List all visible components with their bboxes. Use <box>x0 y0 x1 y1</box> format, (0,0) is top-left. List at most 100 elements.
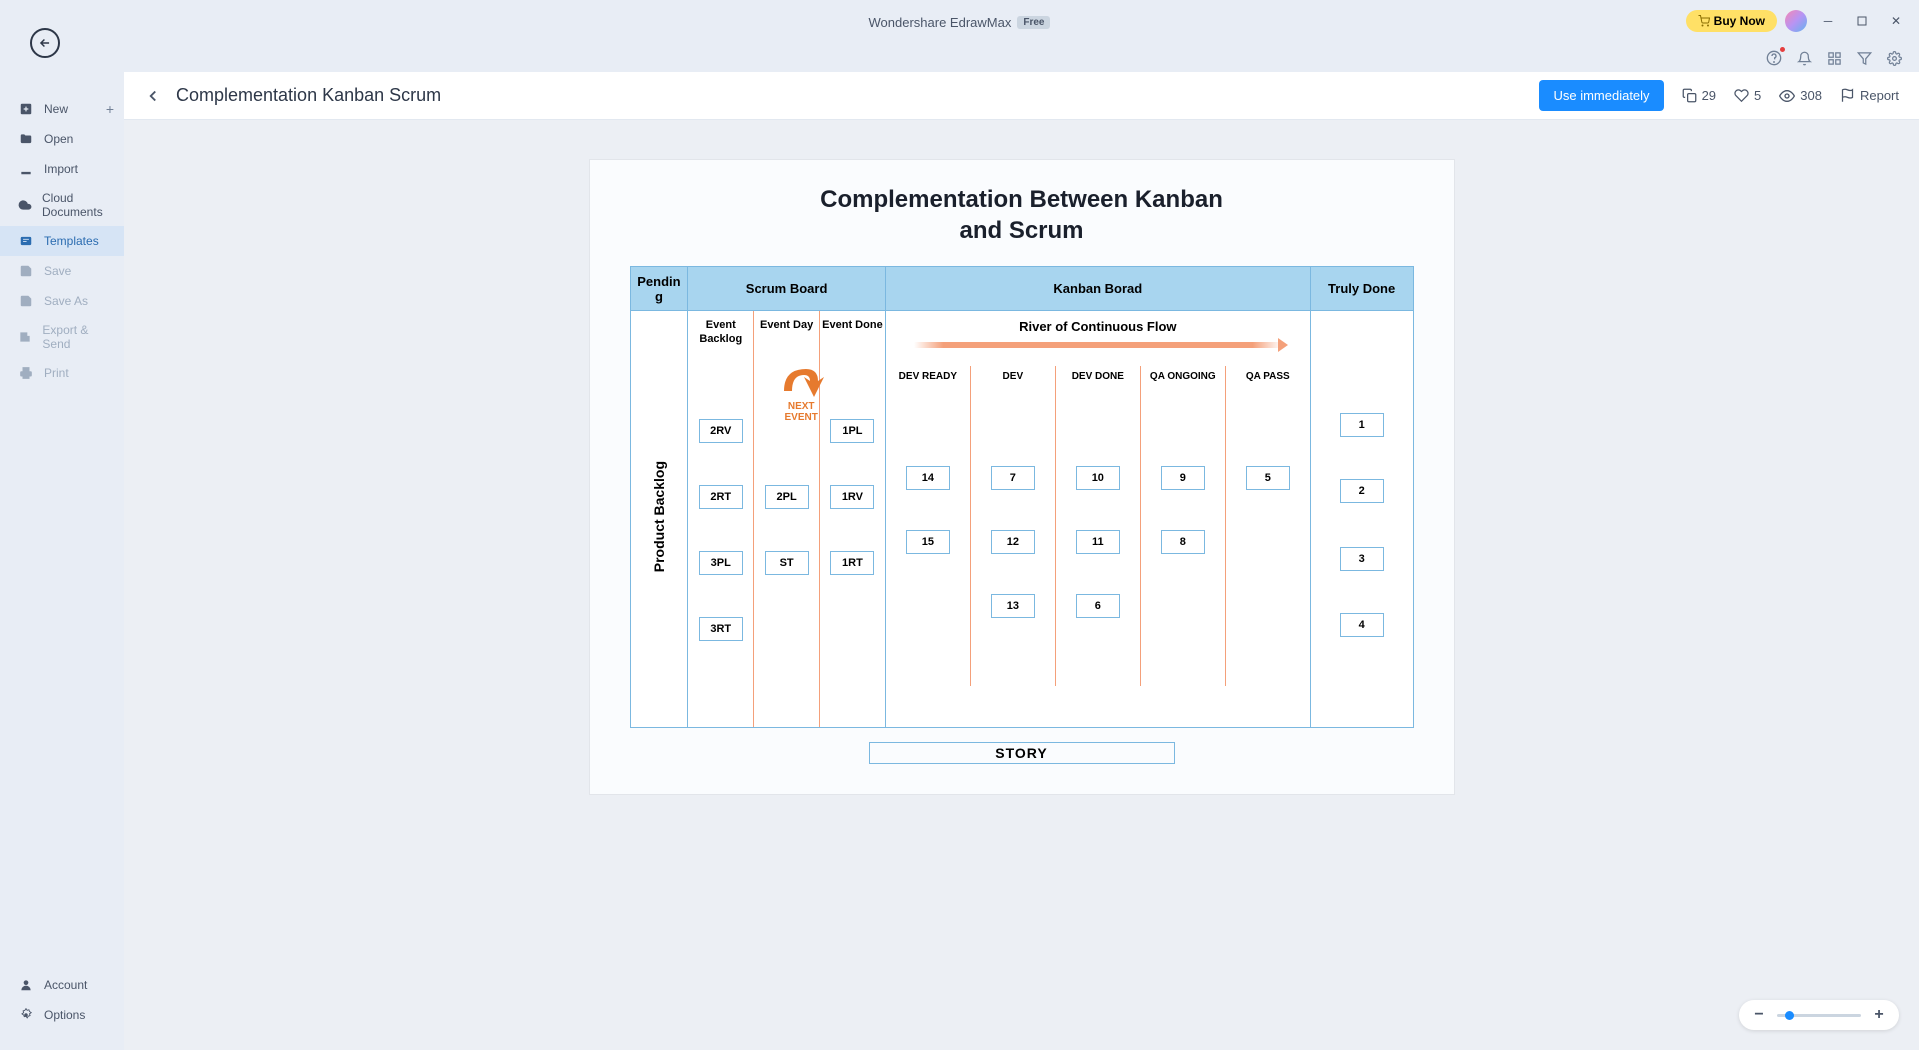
sub-header: QA ONGOING <box>1141 366 1225 387</box>
cloud-icon <box>18 197 32 213</box>
free-badge: Free <box>1017 16 1050 29</box>
zoom-in-button[interactable]: + <box>1871 1006 1887 1024</box>
column-done: Truly Done 1 2 3 4 <box>1311 267 1413 727</box>
sidebar-item-new[interactable]: New + <box>0 94 124 124</box>
card: 1RV <box>830 485 874 509</box>
sidebar-item-print[interactable]: Print <box>0 358 124 388</box>
zoom-out-button[interactable]: − <box>1751 1006 1767 1024</box>
sidebar-item-saveas[interactable]: Save As <box>0 286 124 316</box>
card: 3PL <box>699 551 743 575</box>
add-icon[interactable]: + <box>106 101 114 117</box>
sidebar-item-templates[interactable]: Templates <box>0 226 124 256</box>
card: 5 <box>1246 466 1290 490</box>
column-header: Kanban Borad <box>886 267 1310 311</box>
sidebar-item-label: Print <box>44 366 69 380</box>
card: 2 <box>1340 479 1384 503</box>
copy-icon <box>1682 88 1697 103</box>
help-icon[interactable] <box>1765 49 1783 67</box>
stat-copies[interactable]: 29 <box>1682 88 1716 103</box>
cart-icon <box>1698 15 1710 27</box>
stat-copies-value: 29 <box>1702 88 1716 103</box>
gear-icon <box>18 1007 34 1023</box>
sidebar-item-account[interactable]: Account <box>0 970 124 1000</box>
card: 7 <box>991 466 1035 490</box>
next-event-arrow: NEXTEVENT <box>778 363 824 423</box>
sidebar-item-options[interactable]: Options <box>0 1000 124 1030</box>
bell-icon[interactable] <box>1795 49 1813 67</box>
flag-icon <box>1840 88 1855 103</box>
sub-header: Event Backlog <box>688 311 753 353</box>
card: 14 <box>906 466 950 490</box>
print-icon <box>18 365 34 381</box>
card: 2RV <box>699 419 743 443</box>
card: 1RT <box>830 551 874 575</box>
card: 2RT <box>699 485 743 509</box>
minimize-button[interactable]: ─ <box>1815 8 1841 34</box>
heart-icon <box>1734 88 1749 103</box>
zoom-control: − + <box>1739 1000 1899 1030</box>
sub-header: QA PASS <box>1226 366 1310 387</box>
filter-icon[interactable] <box>1855 49 1873 67</box>
settings-icon[interactable] <box>1885 49 1903 67</box>
sidebar-item-label: Open <box>44 132 73 146</box>
doc-back-icon[interactable] <box>144 87 162 105</box>
card: 2PL <box>765 485 809 509</box>
sub-header: DEV DONE <box>1056 366 1140 387</box>
buy-now-label: Buy Now <box>1714 14 1765 28</box>
sidebar: New + Open Import Cloud Documents Templa… <box>0 72 124 1050</box>
download-icon <box>18 161 34 177</box>
card: 12 <box>991 530 1035 554</box>
sidebar-item-label: Account <box>44 978 87 992</box>
sidebar-item-cloud[interactable]: Cloud Documents <box>0 184 124 226</box>
card: 6 <box>1076 594 1120 618</box>
report-button[interactable]: Report <box>1840 88 1899 103</box>
sidebar-item-export[interactable]: Export & Send <box>0 316 124 358</box>
sub-header: Event Done <box>820 311 885 340</box>
card: 15 <box>906 530 950 554</box>
buy-now-button[interactable]: Buy Now <box>1686 10 1777 32</box>
sidebar-item-label: Export & Send <box>42 323 112 351</box>
main-area: Complementation Kanban Scrum Use immedia… <box>124 72 1919 1050</box>
templates-icon <box>18 233 34 249</box>
sidebar-item-label: Cloud Documents <box>42 191 112 219</box>
diagram-title: Complementation Between Kanbanand Scrum <box>606 184 1438 246</box>
document-header: Complementation Kanban Scrum Use immedia… <box>124 72 1919 120</box>
card: ST <box>765 551 809 575</box>
sub-header: DEV <box>971 366 1055 387</box>
plus-square-icon <box>18 101 34 117</box>
card: 10 <box>1076 466 1120 490</box>
sidebar-item-import[interactable]: Import <box>0 154 124 184</box>
close-button[interactable]: ✕ <box>1883 8 1909 34</box>
product-backlog-label: Product Backlog <box>651 461 667 572</box>
card: 3 <box>1340 547 1384 571</box>
save-icon <box>18 263 34 279</box>
scrum-event-backlog: Event Backlog 2RV 2RT 3PL 3RT <box>688 311 754 727</box>
sidebar-item-save[interactable]: Save <box>0 256 124 286</box>
card: 8 <box>1161 530 1205 554</box>
column-scrum: Scrum Board Event Backlog 2RV 2RT 3PL 3R… <box>688 267 886 727</box>
use-immediately-button[interactable]: Use immediately <box>1539 80 1663 111</box>
kanban-dev: DEV 7 12 13 <box>971 366 1056 686</box>
stat-views-value: 308 <box>1800 88 1822 103</box>
export-icon <box>18 329 32 345</box>
column-header: Pending <box>631 267 688 311</box>
river-arrow-icon <box>914 342 1282 348</box>
river-label: River of Continuous Flow <box>886 311 1310 334</box>
avatar[interactable] <box>1785 10 1807 32</box>
scrum-event-done: Event Done 1PL 1RV 1RT <box>820 311 885 727</box>
sidebar-item-label: Options <box>44 1008 85 1022</box>
kanban-dev-ready: DEV READY 14 15 <box>886 366 971 686</box>
canvas-area[interactable]: Complementation Between Kanbanand Scrum … <box>124 120 1919 1050</box>
back-button[interactable] <box>30 28 60 58</box>
zoom-slider[interactable] <box>1777 1014 1861 1017</box>
column-header: Truly Done <box>1311 267 1413 311</box>
kanban-dev-done: DEV DONE 10 11 6 <box>1056 366 1141 686</box>
card: 4 <box>1340 613 1384 637</box>
kanban-qa-pass: QA PASS 5 <box>1226 366 1310 686</box>
stat-views[interactable]: 308 <box>1779 88 1822 104</box>
grid-icon[interactable] <box>1825 49 1843 67</box>
column-header: Scrum Board <box>688 267 885 311</box>
stat-likes[interactable]: 5 <box>1734 88 1761 103</box>
maximize-button[interactable] <box>1849 8 1875 34</box>
sidebar-item-open[interactable]: Open <box>0 124 124 154</box>
